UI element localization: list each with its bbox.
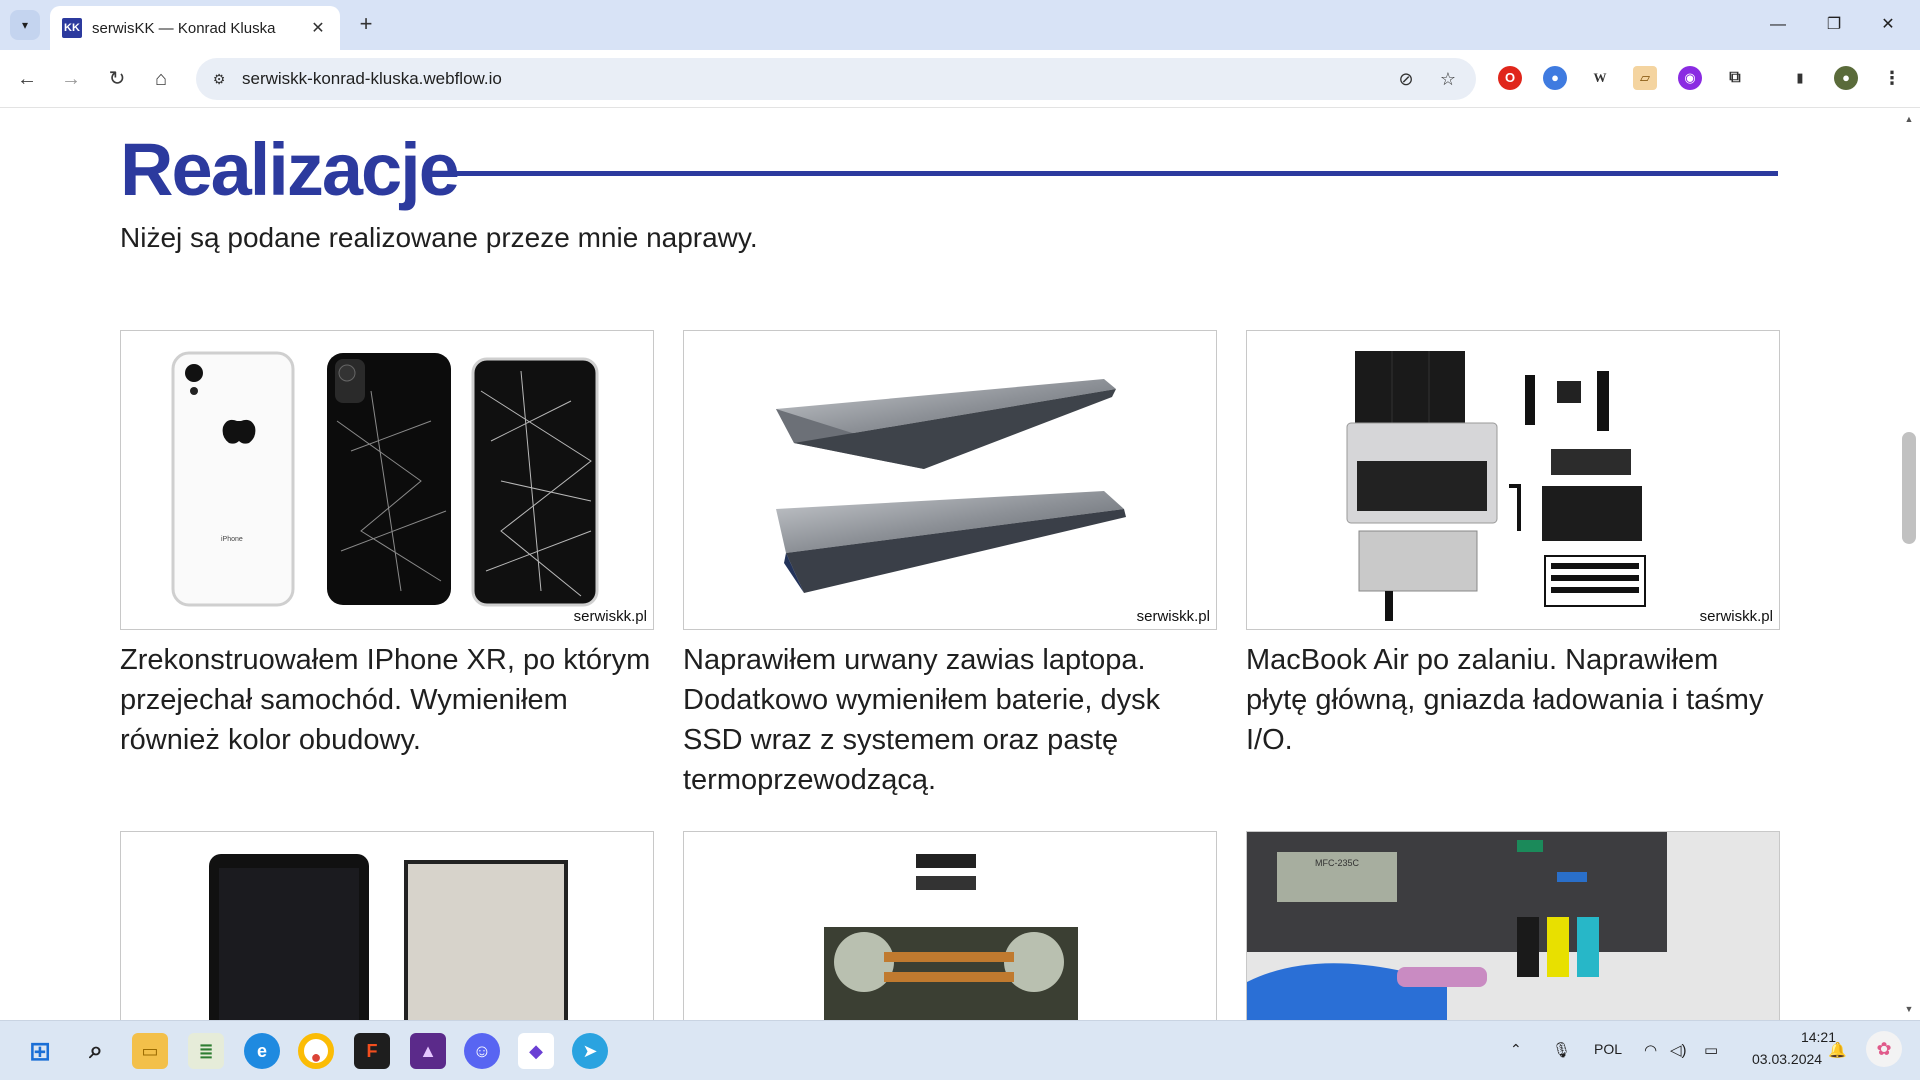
wifi-icon[interactable]: ◠ — [1644, 1041, 1657, 1059]
file-explorer-icon[interactable]: ▭ — [132, 1033, 168, 1069]
card-printer-image[interactable]: MFC-235C — [1246, 831, 1780, 1020]
home-icon[interactable]: ⌂ — [146, 64, 176, 94]
card-watermark: serwiskk.pl — [1136, 608, 1210, 625]
minimize-icon[interactable]: — — [1758, 10, 1798, 40]
reload-icon[interactable]: ↻ — [102, 64, 132, 94]
printer-model-label: MFC-235C — [1315, 858, 1360, 868]
forward-icon[interactable]: → — [56, 64, 86, 94]
card-ipad-image[interactable] — [120, 831, 654, 1020]
browser-toolbar: ← → ↻ ⌂ ⚙ serwiskk-konrad-kluska.webflow… — [0, 50, 1920, 108]
side-panel-icon[interactable]: ▮ — [1788, 66, 1812, 90]
page-content: Realizacje Niżej są podane realizowane p… — [0, 108, 1898, 1020]
browser-chrome: ▾ KK serwisKK — Konrad Kluska ✕ + — ❐ ✕ … — [0, 0, 1920, 108]
scrollbar-thumb[interactable] — [1902, 432, 1916, 544]
edge-browser-icon[interactable]: e — [244, 1033, 280, 1069]
clock-date[interactable]: 03.03.2024 — [1752, 1051, 1822, 1067]
laptop-photo — [776, 379, 1126, 593]
tab-active[interactable]: KK serwisKK — Konrad Kluska ✕ — [50, 6, 340, 50]
section-heading-row: Realizacje — [120, 130, 1778, 210]
iphone-label: iPhone — [221, 536, 243, 543]
color-picker-extension-icon[interactable]: ◉ — [1678, 66, 1702, 90]
tab-title: serwisKK — Konrad Kluska — [92, 19, 276, 37]
extensions-puzzle-icon[interactable]: ⧉ — [1723, 66, 1747, 90]
volume-icon[interactable]: ◁) — [1670, 1041, 1687, 1059]
windows-taskbar: ⊞ ⌕ ▭ ≣ e ● F ▲ ☺ ◆ ➤ ⌃ 🎙 POL ◠ ◁) ▭ 14:… — [0, 1020, 1920, 1080]
figma-icon[interactable]: F — [354, 1033, 390, 1069]
discord-icon[interactable]: ☺ — [464, 1033, 500, 1069]
card-caption-laptop: Naprawiłem urwany zawias laptopa. Dodatk… — [683, 644, 1161, 796]
tab-strip: ▾ KK serwisKK — Konrad Kluska ✕ + — ❐ ✕ — [0, 0, 1920, 50]
image-extension-icon[interactable]: ▱ — [1633, 66, 1657, 90]
page-title: Realizacje — [120, 128, 460, 211]
circle-extension-icon[interactable]: ● — [1543, 66, 1567, 90]
affinity-designer-icon[interactable]: ▲ — [410, 1033, 446, 1069]
tray-overflow-icon[interactable]: ⌃ — [1510, 1041, 1522, 1058]
scroll-up-icon[interactable]: ▲ — [1902, 112, 1916, 126]
restore-icon[interactable]: ❐ — [1814, 10, 1854, 40]
printer-photo: MFC-235C — [1247, 832, 1667, 1020]
tab-close-icon[interactable]: ✕ — [308, 18, 328, 38]
battery-icon[interactable]: ▭ — [1704, 1041, 1718, 1059]
card-iphone-image[interactable]: iPhone serwiskk.pl — [120, 330, 654, 630]
chrome-browser-icon[interactable]: ● — [298, 1033, 334, 1069]
microphone-icon[interactable]: 🎙 — [1552, 1041, 1571, 1059]
notifications-bell-icon[interactable]: 🔔 — [1828, 1041, 1847, 1059]
copilot-icon[interactable]: ✿ — [1866, 1031, 1902, 1067]
url-text[interactable]: serwiskk-konrad-kluska.webflow.io — [242, 69, 502, 89]
address-bar[interactable]: ⚙ serwiskk-konrad-kluska.webflow.io ⊘ ☆ — [196, 58, 1476, 100]
scroll-down-icon[interactable]: ▼ — [1902, 1002, 1916, 1016]
section-subtitle: Niżej są podane realizowane przeze mnie … — [120, 222, 758, 253]
obsidian-icon[interactable]: ◆ — [518, 1033, 554, 1069]
back-icon[interactable]: ← — [12, 64, 42, 94]
card-macbook-image[interactable]: serwiskk.pl — [1246, 330, 1780, 630]
wikipedia-extension-icon[interactable]: W — [1588, 66, 1612, 90]
macbook-parts-photo — [1346, 351, 1646, 621]
language-indicator[interactable]: POL — [1594, 1041, 1622, 1057]
new-tab-icon[interactable]: + — [352, 11, 380, 39]
laptop-internals-photo — [824, 854, 1078, 1020]
bookmark-star-icon[interactable]: ☆ — [1436, 67, 1460, 91]
card-watermark: serwiskk.pl — [1699, 608, 1773, 625]
opera-extension-icon[interactable]: O — [1498, 66, 1522, 90]
site-info-icon[interactable]: ⚙ — [208, 68, 230, 90]
card-watermark: serwiskk.pl — [573, 608, 647, 625]
notes-app-icon[interactable]: ≣ — [188, 1033, 224, 1069]
site-favicon-icon: KK — [62, 18, 82, 38]
card-caption-macbook: MacBook Air po zalaniu. Naprawiłem płytę… — [1246, 644, 1764, 756]
card-caption-iphone: Zrekonstruowałem IPhone XR, po którym pr… — [120, 644, 651, 756]
page-scrollbar[interactable] — [1898, 108, 1920, 1020]
ipad-photo — [209, 854, 568, 1020]
windows-start-icon[interactable]: ⊞ — [22, 1033, 58, 1069]
tab-search-icon[interactable]: ▾ — [10, 10, 40, 40]
card-laptop-image[interactable]: serwiskk.pl — [683, 330, 1217, 630]
menu-kebab-icon[interactable]: ⋮ — [1880, 66, 1904, 90]
profile-avatar[interactable]: ● — [1834, 66, 1858, 90]
close-window-icon[interactable]: ✕ — [1868, 10, 1908, 40]
card-gaming-laptop-image[interactable] — [683, 831, 1217, 1020]
search-icon[interactable]: ⌕ — [78, 1033, 114, 1069]
telegram-icon[interactable]: ➤ — [572, 1033, 608, 1069]
iphone-photo: iPhone — [171, 351, 599, 607]
eye-off-icon[interactable]: ⊘ — [1394, 67, 1418, 91]
heading-divider — [445, 171, 1778, 176]
